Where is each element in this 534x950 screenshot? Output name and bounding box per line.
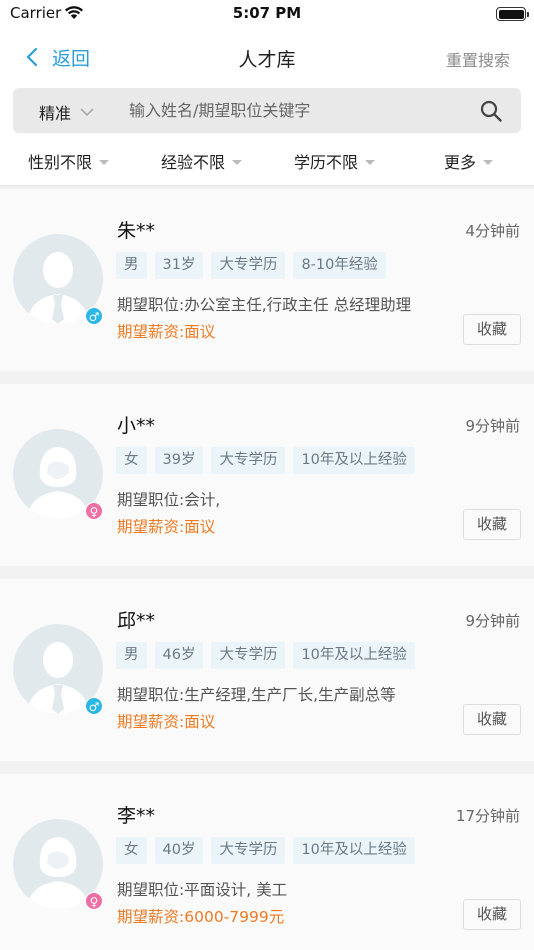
search-icon[interactable] [479,99,503,123]
candidate-time: 9分钟前 [465,612,520,630]
candidate-name: 小** [117,415,156,437]
back-button[interactable]: 返回 [22,42,90,72]
search-bar: 精准 [13,88,521,133]
tag-education: 大专学历 [211,252,286,279]
caret-down-icon [365,159,376,165]
favorite-button[interactable]: 收藏 [463,314,521,345]
salary-value: 面议 [184,713,216,731]
tag-age: 31岁 [154,252,204,279]
status-bar: Carrier 5:07 PM [0,0,534,28]
filter-experience[interactable]: 经验不限 [161,149,243,173]
candidate-name: 李** [117,805,156,827]
caret-down-icon [232,159,243,165]
search-mode-label: 精准 [39,104,72,123]
candidate-position: 期望职位:办公室主任,行政主任 总经理助理 [117,293,411,315]
candidate-position: 期望职位:生产经理,生产厂长,生产副总等 [117,683,396,705]
filter-more-label: 更多 [444,153,477,172]
position-label: 期望职位: [117,491,185,509]
position-value: 生产经理,生产厂长,生产副总等 [184,686,396,704]
search-mode-dropdown[interactable]: 精准 [39,100,95,124]
caret-down-icon [99,159,110,165]
filter-education-label: 学历不限 [294,153,359,172]
candidate-position: 期望职位:会计, [117,488,220,510]
candidate-tags: 女 40岁 大专学历 10年及以上经验 [116,837,423,864]
tag-experience: 10年及以上经验 [293,447,415,474]
male-gender-icon: ♂ [85,697,103,715]
position-value: 办公室主任,行政主任 总经理助理 [184,296,412,314]
position-label: 期望职位: [117,686,185,704]
salary-label: 期望薪资: [117,323,185,341]
search-input[interactable] [129,97,459,124]
candidate-card[interactable]: ♂ 邱** 9分钟前 男 46岁 大专学历 10年及以上经验 期望职位:生产经理… [0,579,534,761]
candidate-tags: 男 31岁 大专学历 8-10年经验 [116,252,394,279]
candidate-card[interactable]: ♂ 朱** 4分钟前 男 31岁 大专学历 8-10年经验 期望职位:办公室主任… [0,189,534,371]
candidate-time: 9分钟前 [465,417,520,435]
candidate-card[interactable]: ♀ 李** 17分钟前 女 40岁 大专学历 10年及以上经验 期望职位:平面设… [0,774,534,950]
tag-gender: 女 [116,837,147,864]
filter-gender[interactable]: 性别不限 [28,149,110,173]
candidate-salary: 期望薪资:面议 [117,515,215,537]
candidate-position: 期望职位:平面设计, 美工 [117,878,287,900]
candidate-tags: 男 46岁 大专学历 10年及以上经验 [116,642,423,669]
tag-education: 大专学历 [211,642,286,669]
candidate-tags: 女 39岁 大专学历 10年及以上经验 [116,447,423,474]
tag-age: 39岁 [154,447,204,474]
candidate-name: 邱** [117,610,156,632]
tag-experience: 8-10年经验 [293,252,386,279]
salary-label: 期望薪资: [117,518,185,536]
favorite-button[interactable]: 收藏 [463,509,521,540]
position-label: 期望职位: [117,881,185,899]
position-value: 平面设计, 美工 [184,881,288,899]
tag-education: 大专学历 [211,837,286,864]
position-label: 期望职位: [117,296,185,314]
candidate-time: 17分钟前 [455,807,520,825]
tag-experience: 10年及以上经验 [293,642,415,669]
tag-gender: 男 [116,252,147,279]
candidate-salary: 期望薪资:面议 [117,710,215,732]
caret-down-icon [483,159,494,165]
favorite-button[interactable]: 收藏 [463,704,521,735]
back-label: 返回 [52,47,91,70]
search-section: 精准 [0,86,534,138]
tag-experience: 10年及以上经验 [293,837,415,864]
female-gender-icon: ♀ [85,502,103,520]
salary-value: 面议 [184,518,216,536]
filter-bar: 性别不限 经验不限 学历不限 更多 [0,138,534,186]
reset-search-button[interactable]: 重置搜索 [446,47,510,71]
candidate-salary: 期望薪资:面议 [117,320,215,342]
nav-bar: 返回 人才库 重置搜索 [0,28,534,86]
filter-more[interactable]: 更多 [444,149,494,173]
chevron-left-icon [26,47,38,67]
tag-gender: 女 [116,447,147,474]
position-value: 会计, [184,491,221,509]
candidate-salary: 期望薪资:6000-7999元 [117,905,284,927]
tag-education: 大专学历 [211,447,286,474]
filter-education[interactable]: 学历不限 [294,149,376,173]
salary-label: 期望薪资: [117,713,185,731]
candidate-time: 4分钟前 [465,222,520,240]
tag-gender: 男 [116,642,147,669]
filter-experience-label: 经验不限 [161,153,226,172]
salary-value: 6000-7999元 [184,908,285,926]
candidate-name: 朱** [117,220,156,242]
candidate-card[interactable]: ♀ 小** 9分钟前 女 39岁 大专学历 10年及以上经验 期望职位:会计, … [0,384,534,566]
salary-label: 期望薪资: [117,908,185,926]
salary-value: 面议 [184,323,216,341]
male-gender-icon: ♂ [85,307,103,325]
chevron-down-icon [80,108,94,117]
tag-age: 46岁 [154,642,204,669]
tag-age: 40岁 [154,837,204,864]
status-time: 5:07 PM [232,4,302,22]
battery-icon [496,7,529,21]
favorite-button[interactable]: 收藏 [463,899,521,930]
filter-gender-label: 性别不限 [28,153,93,172]
female-gender-icon: ♀ [85,892,103,910]
